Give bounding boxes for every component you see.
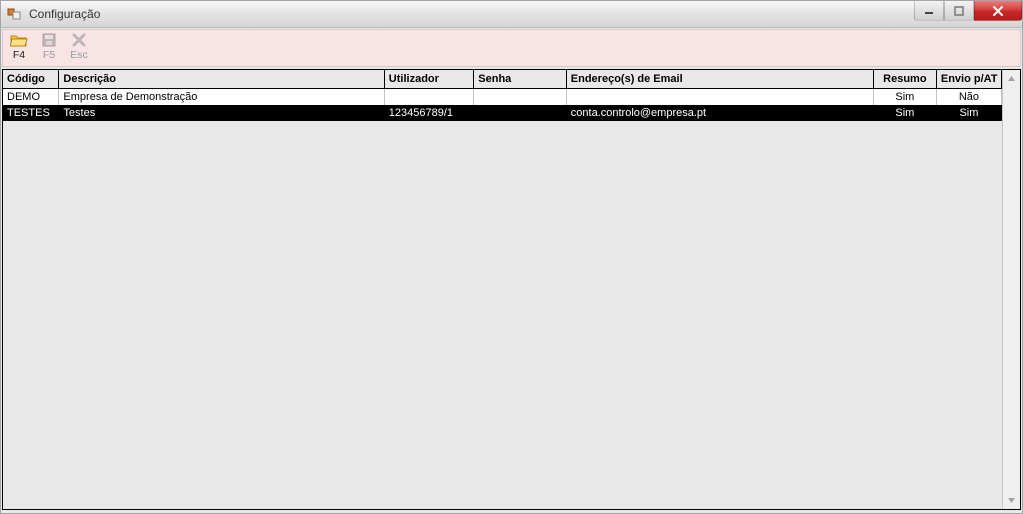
table-row[interactable]: DEMO Empresa de Demonstração Sim Não	[3, 89, 1002, 106]
maximize-button[interactable]	[944, 1, 974, 21]
scroll-down-button[interactable]	[1003, 492, 1020, 509]
close-button[interactable]	[974, 1, 1022, 21]
col-header-envio[interactable]: Envio p/AT	[936, 70, 1001, 89]
cell-utilizador[interactable]	[384, 89, 473, 106]
cell-envio[interactable]: Sim	[936, 105, 1001, 121]
grid-header-row: Código Descrição Utilizador Senha Endere…	[3, 70, 1002, 89]
col-header-utilizador[interactable]: Utilizador	[384, 70, 473, 89]
cell-email[interactable]: conta.controlo@empresa.pt	[566, 105, 873, 121]
cell-senha[interactable]	[474, 105, 567, 121]
toolbar-item-label: Esc	[70, 49, 88, 61]
save-icon	[40, 32, 58, 48]
open-folder-icon	[10, 32, 28, 48]
toolbar-item-f4[interactable]: F4	[7, 32, 31, 61]
cell-codigo[interactable]: TESTES	[3, 105, 59, 121]
cell-resumo[interactable]: Sim	[873, 89, 936, 106]
toolbar-item-esc[interactable]: Esc	[67, 32, 91, 61]
cell-descricao[interactable]: Empresa de Demonstração	[59, 89, 384, 106]
cell-senha[interactable]	[474, 89, 567, 106]
toolbar-item-f5[interactable]: F5	[37, 32, 61, 61]
table-row[interactable]: TESTES Testes 123456789/1 conta.controlo…	[3, 105, 1002, 121]
toolbar: F4 F5 Esc	[2, 29, 1021, 67]
window-controls	[914, 1, 1022, 21]
window-title: Configuração	[29, 7, 100, 21]
cell-descricao[interactable]: Testes	[59, 105, 384, 121]
col-header-resumo[interactable]: Resumo	[873, 70, 936, 89]
col-header-codigo[interactable]: Código	[3, 70, 59, 89]
vertical-scrollbar[interactable]	[1002, 70, 1020, 509]
cell-email[interactable]	[566, 89, 873, 106]
titlebar: Configuração	[0, 0, 1023, 28]
col-header-email[interactable]: Endereço(s) de Email	[566, 70, 873, 89]
cell-envio[interactable]: Não	[936, 89, 1001, 106]
cell-codigo[interactable]: DEMO	[3, 89, 59, 106]
col-header-descricao[interactable]: Descrição	[59, 70, 384, 89]
app-icon	[7, 6, 23, 22]
data-grid[interactable]: Código Descrição Utilizador Senha Endere…	[2, 69, 1021, 510]
scroll-up-button[interactable]	[1003, 70, 1020, 87]
cancel-icon	[70, 32, 88, 48]
cell-utilizador[interactable]: 123456789/1	[384, 105, 473, 121]
col-header-senha[interactable]: Senha	[474, 70, 567, 89]
toolbar-item-label: F5	[43, 49, 55, 61]
minimize-button[interactable]	[914, 1, 944, 21]
client-area: F4 F5 Esc	[0, 28, 1023, 514]
cell-resumo[interactable]: Sim	[873, 105, 936, 121]
toolbar-item-label: F4	[13, 49, 25, 61]
